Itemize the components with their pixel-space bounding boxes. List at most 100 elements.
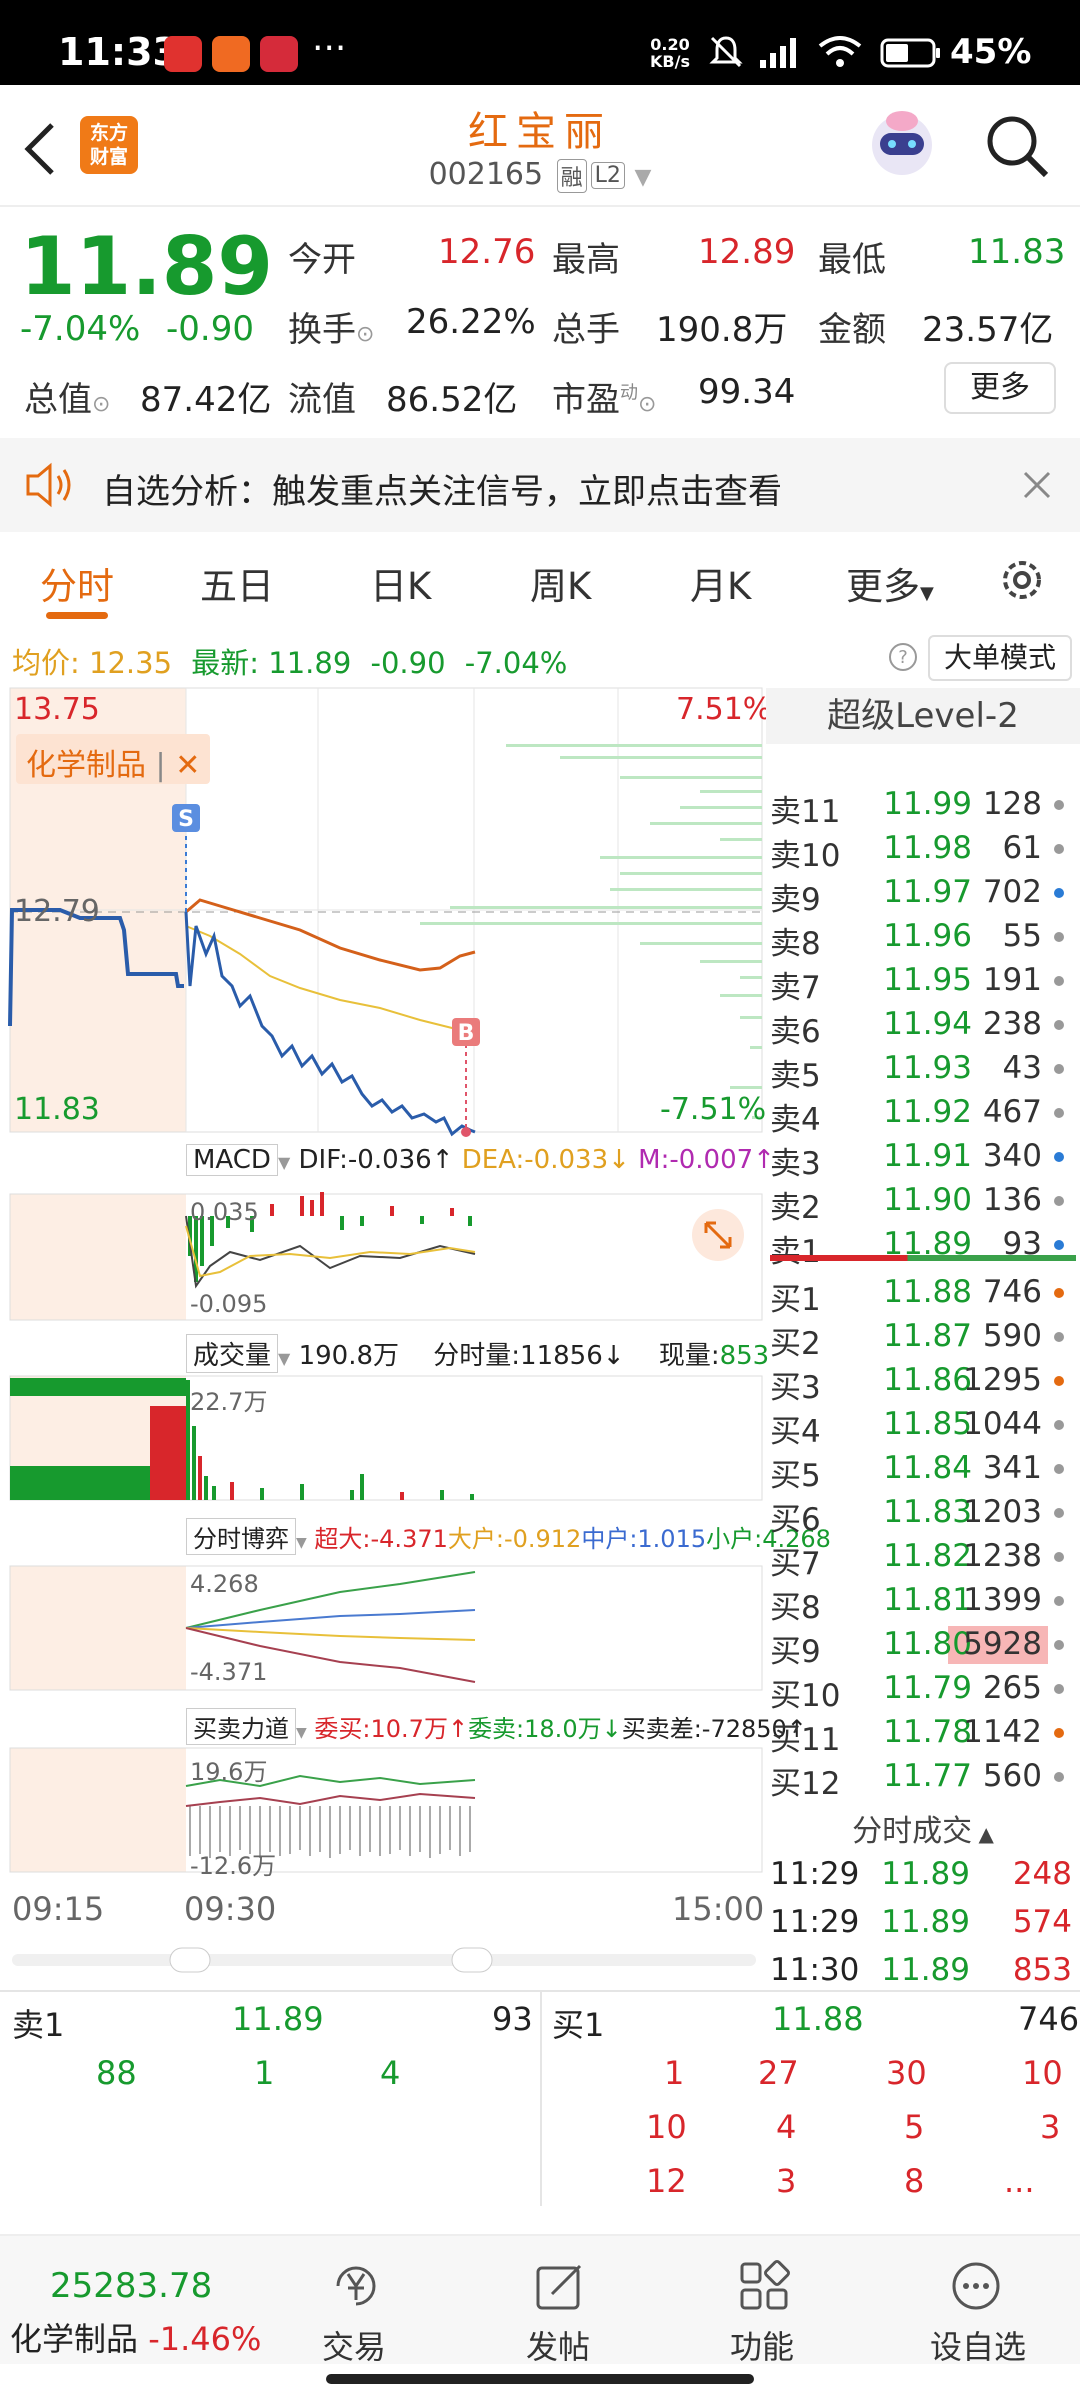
- signal-s-label: S: [178, 807, 194, 832]
- bid-row[interactable]: 买11 11.78 1142: [770, 1712, 1076, 1758]
- nav-add-watchlist[interactable]: 设自选: [910, 2236, 1040, 2366]
- nav-trade[interactable]: 交易: [300, 2236, 410, 2366]
- high-value: 12.89: [698, 232, 796, 272]
- buy-queue-order: 30: [886, 2054, 927, 2092]
- svg-text:?: ?: [898, 647, 908, 668]
- buy-queue-order: 27: [758, 2054, 799, 2092]
- ask-row[interactable]: 卖2 11.90 136: [770, 1180, 1076, 1226]
- amount-label: 金额: [818, 310, 886, 350]
- help-icon[interactable]: ?: [888, 642, 918, 672]
- bid-row[interactable]: 买10 11.79 265: [770, 1668, 1076, 1714]
- info-icon: ⊙: [638, 392, 657, 417]
- force-top-value: 19.6万: [190, 1758, 268, 1786]
- bid-row[interactable]: 买4 11.85 1044: [770, 1404, 1076, 1450]
- intraday-info-line: 均价: 12.35 最新: 11.89 -0.90 -7.04%: [12, 646, 568, 680]
- trade-direction-dot: [1054, 1684, 1064, 1694]
- bid-row[interactable]: 买1 11.88 746: [770, 1272, 1076, 1318]
- pe-label[interactable]: 市盈动⊙: [552, 372, 656, 421]
- trade-direction-dot: [1054, 1064, 1064, 1074]
- trade-direction-dot: [1054, 1640, 1064, 1650]
- bid-row[interactable]: 买6 11.83 1203: [770, 1492, 1076, 1538]
- queue-buy-label: 买1: [552, 2006, 605, 2044]
- float-label: 流值: [288, 380, 356, 420]
- ask-row[interactable]: 卖5 11.93 43: [770, 1048, 1076, 1094]
- volume-selector[interactable]: 成交量: [186, 1334, 279, 1373]
- level2-panel-title[interactable]: 超级Level-2: [766, 688, 1080, 744]
- trade-direction-dot: [1054, 800, 1064, 810]
- trade-direction-dot: [1054, 1332, 1064, 1342]
- battery-icon: [880, 38, 940, 68]
- ask-row[interactable]: 卖6 11.94 238: [770, 1004, 1076, 1050]
- tab-intraday[interactable]: 分时: [40, 556, 114, 610]
- ask-row[interactable]: 卖11 11.99 128: [770, 784, 1076, 830]
- close-icon[interactable]: ✕: [175, 748, 200, 783]
- mktcap-value: 87.42亿: [140, 380, 272, 420]
- gear-icon[interactable]: [996, 554, 1048, 606]
- trade-direction-dot: [1054, 1420, 1064, 1430]
- trade-direction-dot: [1054, 1376, 1064, 1386]
- robot-assistant-icon[interactable]: [866, 105, 938, 181]
- macd-header: MACD ▼ DIF:-0.036↑ DEA:-0.033↓ M:-0.007↑: [186, 1144, 775, 1176]
- ask-row[interactable]: 卖3 11.91 340: [770, 1136, 1076, 1182]
- signal-icon: [760, 38, 796, 68]
- tick-row: 11:29 11.89 248: [770, 1856, 1072, 1892]
- last-price-dot: [461, 1127, 471, 1137]
- mid-investor-line: [185, 1609, 476, 1629]
- ask-row[interactable]: 卖4 11.92 467: [770, 1092, 1076, 1138]
- margin-tag: 融: [556, 158, 587, 193]
- bid-row[interactable]: 买5 11.84 341: [770, 1448, 1076, 1494]
- more-quote-button[interactable]: 更多: [944, 362, 1056, 414]
- sector-index-widget[interactable]: 25283.78 化学制品 -1.46%: [0, 2236, 270, 2366]
- trade-direction-dot: [1054, 888, 1064, 898]
- macd-selector[interactable]: MACD: [186, 1144, 278, 1176]
- ticks-title[interactable]: 分时成交 ▲: [766, 1806, 1080, 1850]
- pre-market-shade: [10, 1194, 186, 1320]
- tab-more[interactable]: 更多▼: [846, 556, 934, 610]
- pre-market-shade: [10, 1748, 186, 1872]
- ask-row[interactable]: 卖1 11.89 93: [770, 1224, 1076, 1270]
- trade-direction-dot: [1054, 1196, 1064, 1206]
- ask-row[interactable]: 卖8 11.96 55: [770, 916, 1076, 962]
- turnover-label[interactable]: 换手⊙: [288, 302, 374, 351]
- index-value: 25283.78: [50, 2266, 213, 2306]
- search-icon[interactable]: [984, 113, 1050, 179]
- edit-icon: [536, 2264, 582, 2310]
- min-pct-label: -7.51%: [660, 1092, 767, 1127]
- force-selector[interactable]: 买卖力道: [186, 1708, 296, 1745]
- tab-five-day[interactable]: 五日: [200, 556, 274, 610]
- tab-monthly-k[interactable]: 月K: [690, 556, 751, 610]
- bid-row[interactable]: 买12 11.77 560: [770, 1756, 1076, 1802]
- bid-row[interactable]: 买7 11.82 1238: [770, 1536, 1076, 1582]
- bid-row[interactable]: 买9 11.80 5928: [770, 1624, 1076, 1670]
- ask-row[interactable]: 卖7 11.95 191: [770, 960, 1076, 1006]
- force-bottom-value: -12.6万: [190, 1852, 277, 1880]
- trade-direction-dot: [1054, 1464, 1064, 1474]
- queue-sell-price: 11.89: [232, 2000, 324, 2038]
- depth-bars: [420, 744, 762, 1119]
- range-handle-right[interactable]: [451, 1947, 493, 1973]
- tab-weekly-k[interactable]: 周K: [530, 556, 591, 610]
- alert-banner[interactable]: 自选分析：触发重点关注信号，立即点击查看: [0, 438, 1080, 532]
- range-handle-left[interactable]: [169, 1947, 211, 1973]
- nav-post[interactable]: 发帖: [504, 2236, 614, 2366]
- game-top-value: 4.268: [190, 1570, 259, 1598]
- game-header: 分时博弈 ▼ 超大:-4.371大户:-0.912中户:1.015小户:4.268: [186, 1518, 831, 1555]
- nav-functions[interactable]: 功能: [708, 2236, 818, 2366]
- min-price-label: 11.83: [14, 1092, 100, 1127]
- home-indicator[interactable]: [326, 2374, 754, 2384]
- sector-tag[interactable]: 化学制品 | ✕: [16, 734, 211, 784]
- tab-daily-k[interactable]: 日K: [370, 556, 431, 610]
- game-bottom-value: -4.371: [190, 1658, 268, 1686]
- trade-direction-dot: [1054, 1728, 1064, 1738]
- big-order-mode-button[interactable]: 大单模式: [928, 635, 1072, 681]
- time-start-label: 09:15: [12, 1890, 105, 1928]
- game-selector[interactable]: 分时博弈: [186, 1518, 296, 1555]
- bid-row[interactable]: 买2 11.87 590: [770, 1316, 1076, 1362]
- mktcap-label[interactable]: 总值⊙: [24, 372, 110, 421]
- bid-row[interactable]: 买8 11.81 1399: [770, 1580, 1076, 1626]
- close-icon[interactable]: [1022, 470, 1052, 500]
- signal-b-label: B: [458, 1021, 475, 1046]
- ask-row[interactable]: 卖9 11.97 702: [770, 872, 1076, 918]
- bid-row[interactable]: 买3 11.86 1295: [770, 1360, 1076, 1406]
- ask-row[interactable]: 卖10 11.98 61: [770, 828, 1076, 874]
